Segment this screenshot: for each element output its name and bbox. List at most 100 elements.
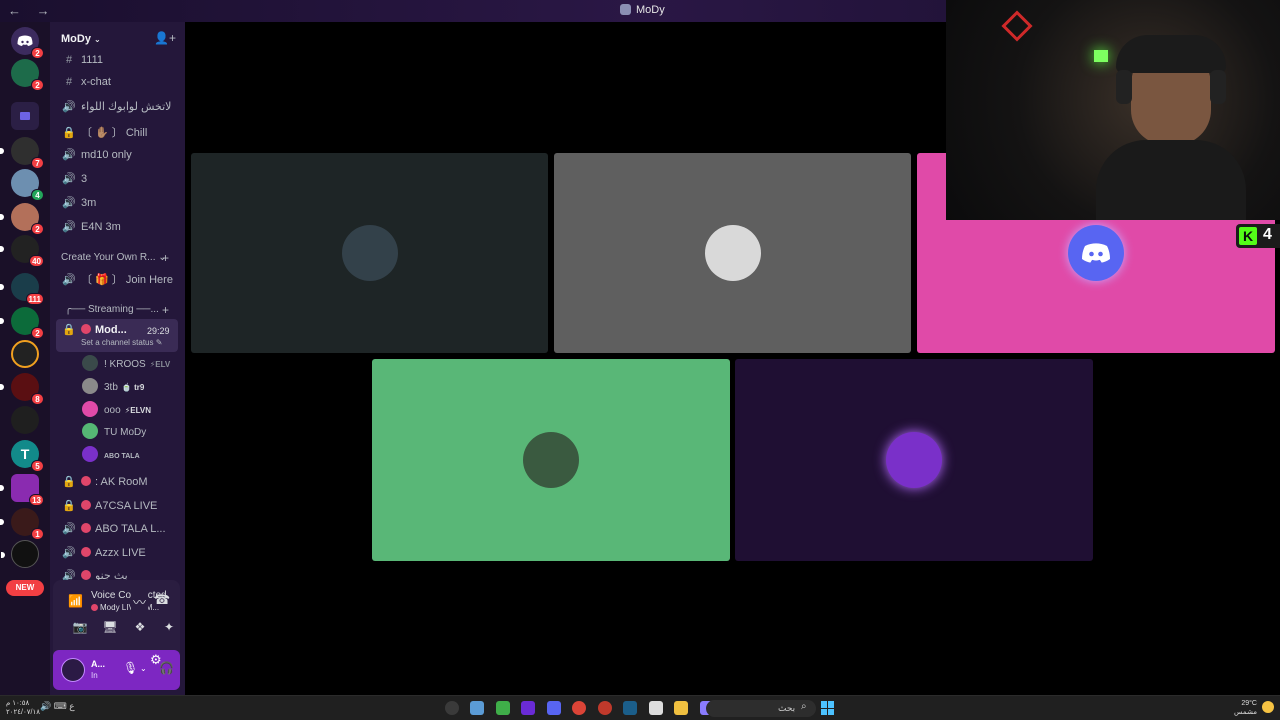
add-channel-icon[interactable]: + (162, 303, 169, 317)
steam-icon[interactable] (623, 701, 638, 715)
avatar (886, 432, 942, 488)
avatar (82, 355, 98, 371)
person-hair (1116, 35, 1226, 73)
server-icon[interactable]: 13 (0, 474, 44, 506)
chrome-icon[interactable] (572, 701, 587, 715)
avatar[interactable] (61, 658, 85, 682)
server-icon[interactable]: 2 (11, 59, 44, 91)
server-icon[interactable]: 40 (0, 235, 44, 267)
disconnect-icon[interactable]: ☎ (154, 592, 170, 608)
channel-item[interactable]: # x-chat (62, 76, 111, 94)
server-icon[interactable]: 2 (0, 307, 44, 339)
live-dot (91, 604, 98, 611)
notification-badge: 8 (31, 393, 44, 405)
tile-tu-mody[interactable] (372, 359, 730, 561)
voice-channel-subtitle[interactable]: Mody LIVE / M... (91, 603, 159, 612)
unread-pip (0, 214, 4, 220)
system-tray[interactable]: 🔊 ⌨ ع (40, 701, 75, 712)
server-icon[interactable]: 111 (0, 273, 44, 305)
channel-item[interactable]: 🔊 3m (62, 196, 96, 214)
category-create-your-own[interactable]: Create Your Own R... ⌄ + (61, 251, 169, 265)
speaker-icon: 🔊 (62, 101, 76, 113)
channel-item[interactable]: 🔊 E4N 3m (62, 220, 121, 238)
kick-icon: K (1239, 227, 1257, 245)
channel-item[interactable]: 🔒 : AK RooM (62, 475, 148, 493)
channel-item[interactable]: 🔊 md10 only (62, 148, 132, 166)
add-channel-icon[interactable]: + (162, 251, 169, 265)
category-streaming[interactable]: ╭── Streaming ──... + (65, 303, 169, 317)
server-icon[interactable]: T5 (11, 440, 44, 472)
folder-icon[interactable] (11, 102, 39, 130)
taskbar-search[interactable]: بحث ⌕ (706, 700, 816, 717)
app-icon[interactable] (470, 701, 485, 715)
channel-item[interactable]: 🔊 ABO TALA L... (62, 522, 166, 540)
channel-item[interactable]: 🔊 لاتخش لوابوك اللواء (62, 100, 171, 118)
notification-badge: 4 (31, 189, 44, 201)
chevron-down-icon: ⌄ (93, 35, 101, 44)
channel-status[interactable]: Set a channel status ✎ (81, 338, 162, 347)
nav-arrows[interactable]: ← → (8, 3, 56, 18)
server-icon[interactable] (11, 406, 39, 434)
add-member-icon[interactable]: 👤+ (154, 31, 176, 45)
speaker-icon: 🔊 (62, 547, 76, 559)
voice-user[interactable]: ABO TALA (82, 446, 140, 462)
windows-start-icon[interactable] (821, 701, 835, 715)
channel-item[interactable]: 🔒 A7CSA LIVE (62, 499, 157, 517)
weather-widget[interactable]: 29°C مشمس (1234, 699, 1257, 717)
channel-item[interactable]: 🔒 〔 ✋🏽 〕 Chill (62, 124, 147, 142)
app-icon[interactable] (521, 701, 536, 715)
lock-icon: 🔒 (62, 476, 76, 488)
channel-label: E4N 3m (81, 221, 121, 233)
server-icon[interactable]: 2 (0, 203, 44, 235)
channel-item[interactable]: 🔊 Azzx LIVE (62, 546, 146, 564)
server-icon[interactable] (1, 540, 39, 568)
server-name-header[interactable]: MoDy ⌄ (61, 33, 101, 45)
channel-item[interactable]: #1111 (62, 54, 103, 72)
tile-3tb[interactable] (554, 153, 911, 353)
avatar (82, 423, 98, 439)
discord-icon[interactable] (546, 701, 561, 715)
chevron-down-icon[interactable]: ⌄ (140, 664, 147, 673)
microphone-icon[interactable]: 🎙 (123, 661, 138, 675)
notification-badge: 2 (31, 223, 44, 235)
signal-icon[interactable]: 📶 (68, 594, 83, 608)
channel-item[interactable]: 🔊 3 (62, 172, 87, 190)
server-icon[interactable]: 4 (11, 169, 44, 201)
server-icon[interactable]: 1 (0, 508, 44, 540)
category-label: Create Your Own R... (61, 252, 156, 263)
screen-share-icon[interactable]: 🖥 (99, 620, 121, 640)
soundboard-icon[interactable]: ✦ (158, 620, 180, 640)
voice-user[interactable]: ooo ⚡ELVN (82, 401, 151, 417)
username[interactable]: A... (91, 659, 105, 669)
noise-suppression-icon[interactable]: 〰 (131, 592, 149, 611)
server-icon[interactable]: 8 (0, 373, 44, 405)
app-icon[interactable] (445, 701, 459, 715)
home-discord-icon[interactable]: 2 (11, 27, 44, 59)
voice-user[interactable]: TU MoDy (82, 423, 146, 439)
discord-logo (1082, 243, 1110, 263)
server-icon[interactable]: 7 (0, 137, 44, 169)
activities-icon[interactable]: ❖ (129, 620, 151, 640)
unread-pip (0, 485, 4, 491)
voice-user[interactable]: 3tb 🍵 tr9 (82, 378, 144, 394)
store-icon[interactable] (648, 701, 663, 715)
tile-kroos[interactable] (191, 153, 548, 353)
channel-item[interactable]: 🔊 〔 🎁 〕 Join Here (62, 271, 173, 289)
settings-gear-icon[interactable]: ⚙ (150, 652, 162, 668)
app-icon[interactable] (597, 701, 612, 715)
server-icon[interactable] (11, 340, 39, 368)
taskbar-apps (445, 701, 746, 716)
voice-user-name: 3tb (104, 382, 118, 393)
taskbar-clock[interactable]: ١٠:٥٨ م ٢٠٢٤/٠٧/١٨ (6, 699, 40, 717)
tile-abo-tala[interactable] (735, 359, 1093, 561)
discord-icon (1068, 225, 1124, 281)
channel-label: : AK RooM (95, 476, 148, 488)
new-badge[interactable]: NEW (6, 580, 44, 596)
channel-label: A7CSA LIVE (95, 500, 158, 512)
camera-off-icon[interactable]: 📷 (69, 620, 91, 640)
channel-label: 〔 🎁 〕 Join Here (81, 274, 173, 286)
voice-user[interactable]: ! KROOS ⚡ELV (82, 355, 170, 371)
channel-label: 〔 ✋🏽 〕 Chill (81, 127, 148, 139)
xbox-icon[interactable] (495, 701, 510, 715)
folder-icon[interactable] (674, 701, 689, 715)
